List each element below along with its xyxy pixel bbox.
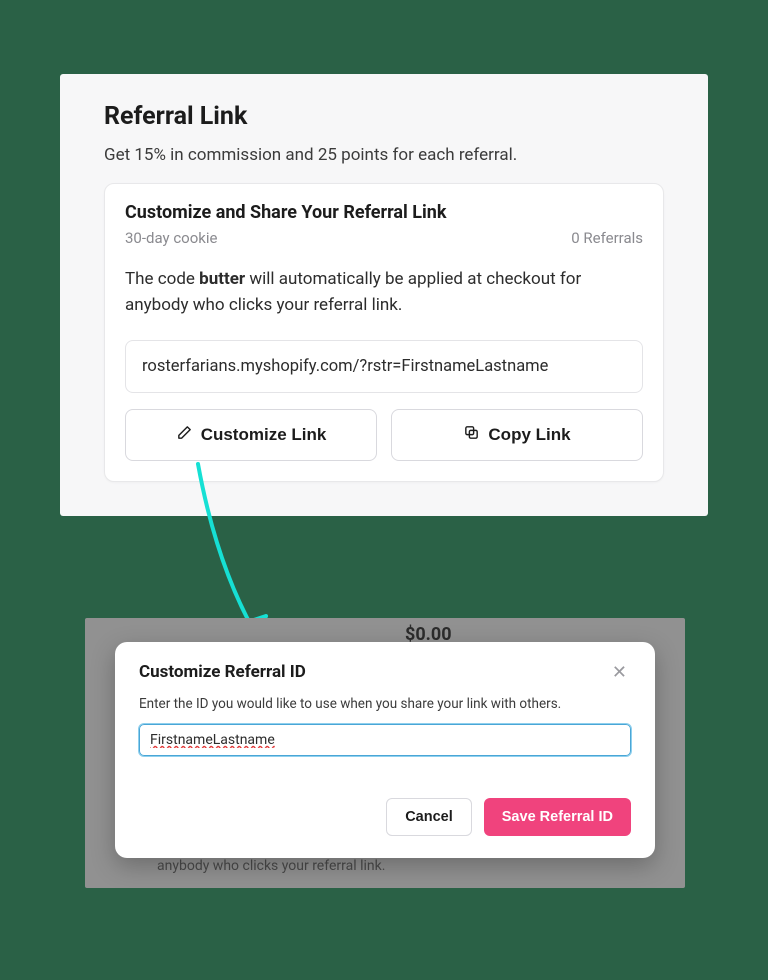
referral-id-input[interactable] [139, 724, 631, 756]
referral-card: Customize and Share Your Referral Link 3… [104, 183, 664, 482]
code-prefix: The code [125, 269, 199, 289]
modal-title: Customize Referral ID [139, 662, 306, 682]
close-icon[interactable]: ✕ [608, 662, 631, 684]
copy-link-label: Copy Link [488, 425, 570, 445]
referral-button-row: Customize Link Copy Link [125, 409, 643, 461]
cancel-button[interactable]: Cancel [386, 798, 472, 836]
customize-link-label: Customize Link [201, 425, 327, 445]
pencil-icon [176, 424, 193, 446]
modal-backdrop: $0.00 anybody who clicks your referral l… [85, 618, 685, 888]
referral-link-panel: Referral Link Get 15% in commission and … [60, 74, 708, 516]
copy-icon [463, 424, 480, 446]
page-title: Referral Link [104, 102, 664, 131]
referral-link-field[interactable]: rosterfarians.myshopify.com/?rstr=Firstn… [125, 340, 643, 393]
referral-card-title: Customize and Share Your Referral Link [125, 202, 643, 223]
cookie-duration: 30-day cookie [125, 229, 218, 247]
copy-link-button[interactable]: Copy Link [391, 409, 643, 461]
modal-header: Customize Referral ID ✕ [139, 662, 631, 684]
modal-description: Enter the ID you would like to use when … [139, 696, 631, 712]
background-text: anybody who clicks your referral link. [157, 858, 385, 874]
customize-referral-id-modal: Customize Referral ID ✕ Enter the ID you… [115, 642, 655, 858]
referral-subtitle: Get 15% in commission and 25 points for … [104, 145, 664, 165]
save-referral-id-button[interactable]: Save Referral ID [484, 798, 631, 836]
code-value: butter [199, 269, 245, 289]
referral-count: 0 Referrals [571, 229, 643, 247]
referral-code-description: The code butter will automatically be ap… [125, 267, 643, 318]
customize-link-button[interactable]: Customize Link [125, 409, 377, 461]
referral-meta-row: 30-day cookie 0 Referrals [125, 229, 643, 247]
modal-actions: Cancel Save Referral ID [139, 798, 631, 836]
